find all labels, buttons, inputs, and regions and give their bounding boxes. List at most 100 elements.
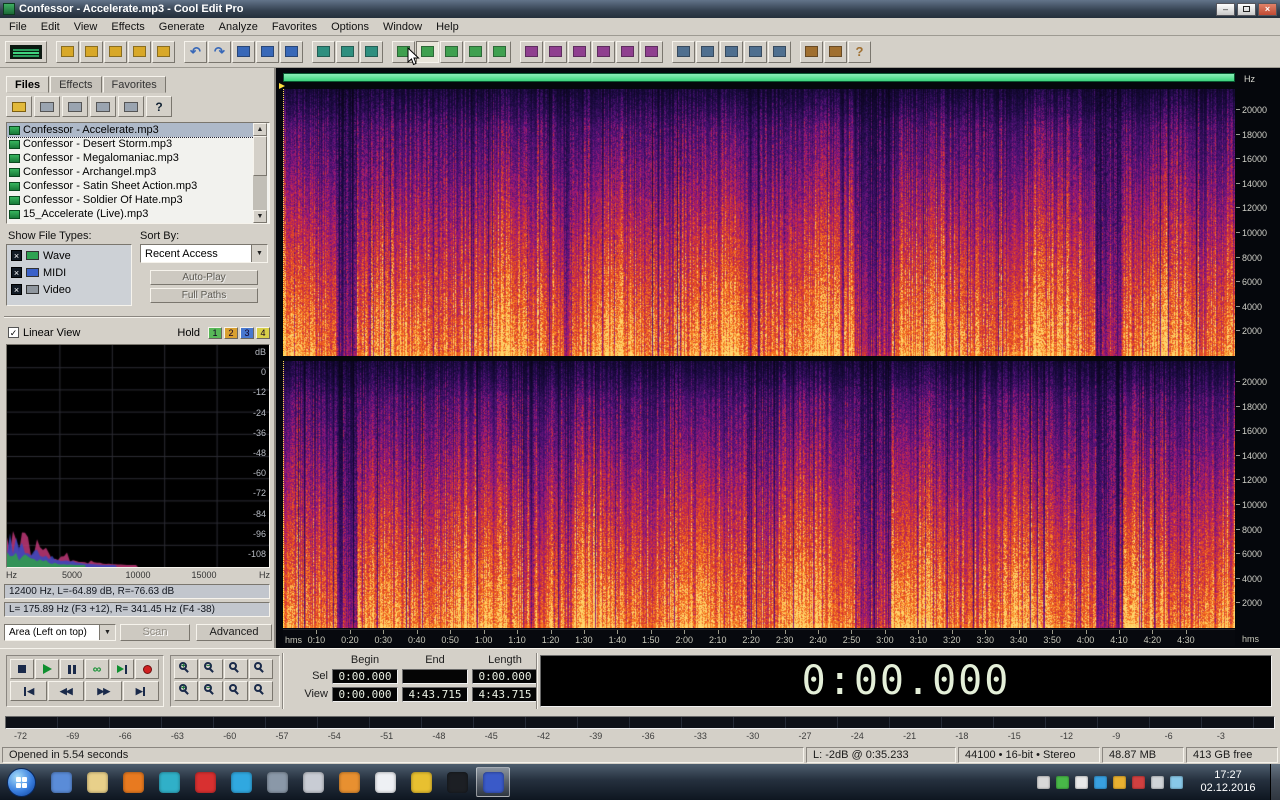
full-paths-button[interactable]: Full Paths	[150, 288, 258, 303]
phase-analysis-button[interactable]	[464, 40, 487, 63]
start-button[interactable]	[7, 767, 36, 797]
cue-list-button[interactable]	[744, 40, 767, 63]
fast-forward-button[interactable]: ▶▶	[85, 681, 122, 701]
menu-edit[interactable]: Edit	[34, 19, 67, 35]
hold-button-4[interactable]: 4	[256, 326, 270, 339]
edit-multitrack-toggle-button[interactable]	[5, 40, 47, 63]
taskbar-skype[interactable]	[224, 767, 258, 797]
taskbar-firefox[interactable]	[116, 767, 150, 797]
area-dropdown[interactable]: Area (Left on top) ▼	[4, 624, 116, 641]
reverb-button[interactable]	[616, 40, 639, 63]
menu-generate[interactable]: Generate	[152, 19, 212, 35]
file-info-button[interactable]	[62, 96, 88, 117]
cut-button[interactable]	[232, 40, 255, 63]
play-to-end-button[interactable]	[110, 659, 134, 679]
open-file-button[interactable]	[6, 96, 32, 117]
pause-button[interactable]	[60, 659, 84, 679]
file-item[interactable]: 15_Accelerate (Live).mp3	[7, 207, 254, 221]
noise-reduction-button[interactable]	[672, 40, 695, 63]
file-item[interactable]: Confessor - Megalomaniac.mp3	[7, 151, 254, 165]
zoom-out-vertical-button[interactable]: −	[199, 681, 223, 701]
delay-button[interactable]	[640, 40, 663, 63]
go-to-beginning-button[interactable]: ◀	[10, 681, 47, 701]
mix-paste-button[interactable]	[312, 40, 335, 63]
taskbar-file-explorer[interactable]	[80, 767, 114, 797]
tray-volume-icon[interactable]	[1151, 775, 1164, 789]
linear-view-checkbox[interactable]: ✓	[8, 327, 19, 338]
tab-effects[interactable]: Effects	[50, 76, 102, 93]
menu-file[interactable]: File	[2, 19, 34, 35]
compressor-button[interactable]	[592, 40, 615, 63]
scan-button[interactable]: Scan	[120, 624, 190, 641]
go-to-end-button[interactable]: ▶	[122, 681, 159, 701]
close-file-button[interactable]	[152, 40, 175, 63]
options-button[interactable]	[800, 40, 823, 63]
zoom-in-vertical-button[interactable]: +	[174, 681, 198, 701]
close-button[interactable]: ×	[1258, 2, 1277, 16]
help-button[interactable]: ?	[146, 96, 172, 117]
tray-security-icon[interactable]	[1132, 775, 1145, 789]
zoom-full-button[interactable]	[224, 659, 248, 679]
show-hidden-icons-icon[interactable]	[1037, 775, 1050, 789]
taskbar-chrome[interactable]	[404, 767, 438, 797]
taskbar-cool-edit-pro[interactable]	[476, 767, 510, 797]
analysis-canvas[interactable]	[7, 345, 269, 567]
checkbox-midi[interactable]: ×	[11, 267, 22, 278]
tray-cloud-icon[interactable]	[1094, 775, 1107, 789]
zoom-in-horizontal-button[interactable]: +	[174, 659, 198, 679]
zoom-out-horizontal-button[interactable]: −	[199, 659, 223, 679]
file-item[interactable]: Confessor - Archangel.mp3	[7, 165, 254, 179]
tab-files[interactable]: Files	[6, 76, 50, 93]
new-file-button[interactable]	[56, 40, 79, 63]
redo-button[interactable]: ↷	[208, 40, 231, 63]
tray-network-icon[interactable]	[1170, 775, 1183, 789]
envelope-button[interactable]	[568, 40, 591, 63]
time-field-view-end[interactable]: 4:43.715	[402, 687, 468, 702]
rewind-button[interactable]: ◀◀	[47, 681, 84, 701]
spectrogram-left-channel[interactable]	[283, 89, 1235, 356]
paste-button[interactable]	[280, 40, 303, 63]
scroll-up-icon[interactable]: ▲	[253, 123, 267, 136]
taskbar-clock[interactable]: 17:27 02.12.2016	[1192, 769, 1264, 795]
time-field-sel-begin[interactable]: 0:00.000	[332, 669, 398, 684]
scrollbar-thumb[interactable]	[253, 136, 267, 176]
save-file-button[interactable]	[104, 40, 127, 63]
time-field-view-length[interactable]: 4:43.715	[472, 687, 538, 702]
tray-update-icon[interactable]	[1113, 775, 1126, 789]
frequency-analysis-button[interactable]	[440, 40, 463, 63]
tray-graphics-icon[interactable]	[1075, 775, 1088, 789]
stop-button[interactable]	[10, 659, 34, 679]
hold-button-3[interactable]: 3	[240, 326, 254, 339]
menu-favorites[interactable]: Favorites	[265, 19, 324, 35]
zoom-left-edge-button[interactable]	[224, 681, 248, 701]
taskbar-opera[interactable]	[188, 767, 222, 797]
zoom-right-edge-button[interactable]	[249, 681, 273, 701]
taskbar-ghost-browser[interactable]	[368, 767, 402, 797]
undo-button[interactable]: ↶	[184, 40, 207, 63]
menu-effects[interactable]: Effects	[104, 19, 151, 35]
record-button[interactable]	[135, 659, 159, 679]
menu-analyze[interactable]: Analyze	[212, 19, 265, 35]
menu-window[interactable]: Window	[376, 19, 429, 35]
checkbox-video[interactable]: ×	[11, 284, 22, 295]
tray-antivirus-icon[interactable]	[1056, 775, 1069, 789]
play-button[interactable]	[35, 659, 59, 679]
maximize-button[interactable]	[1237, 2, 1256, 16]
zoom-to-selection-button[interactable]	[249, 659, 273, 679]
taskbar-command-prompt[interactable]	[440, 767, 474, 797]
taskbar-search-tool[interactable]	[296, 767, 330, 797]
file-list-scrollbar[interactable]: ▲ ▼	[253, 123, 267, 223]
taskbar-media-player[interactable]	[152, 767, 186, 797]
hold-button-2[interactable]: 2	[224, 326, 238, 339]
amplify-button[interactable]	[520, 40, 543, 63]
menu-view[interactable]: View	[67, 19, 105, 35]
play-looped-button[interactable]: ∞	[85, 659, 109, 679]
sort-by-dropdown[interactable]: Recent Access ▼	[140, 244, 268, 263]
statistics-button[interactable]	[488, 40, 511, 63]
close-file-button[interactable]	[34, 96, 60, 117]
horizontal-range-bar[interactable]	[283, 73, 1235, 82]
menu-options[interactable]: Options	[324, 19, 376, 35]
delete-selection-button[interactable]	[360, 40, 383, 63]
fft-filter-button[interactable]	[696, 40, 719, 63]
auto-play-button[interactable]: Auto-Play	[150, 270, 258, 285]
